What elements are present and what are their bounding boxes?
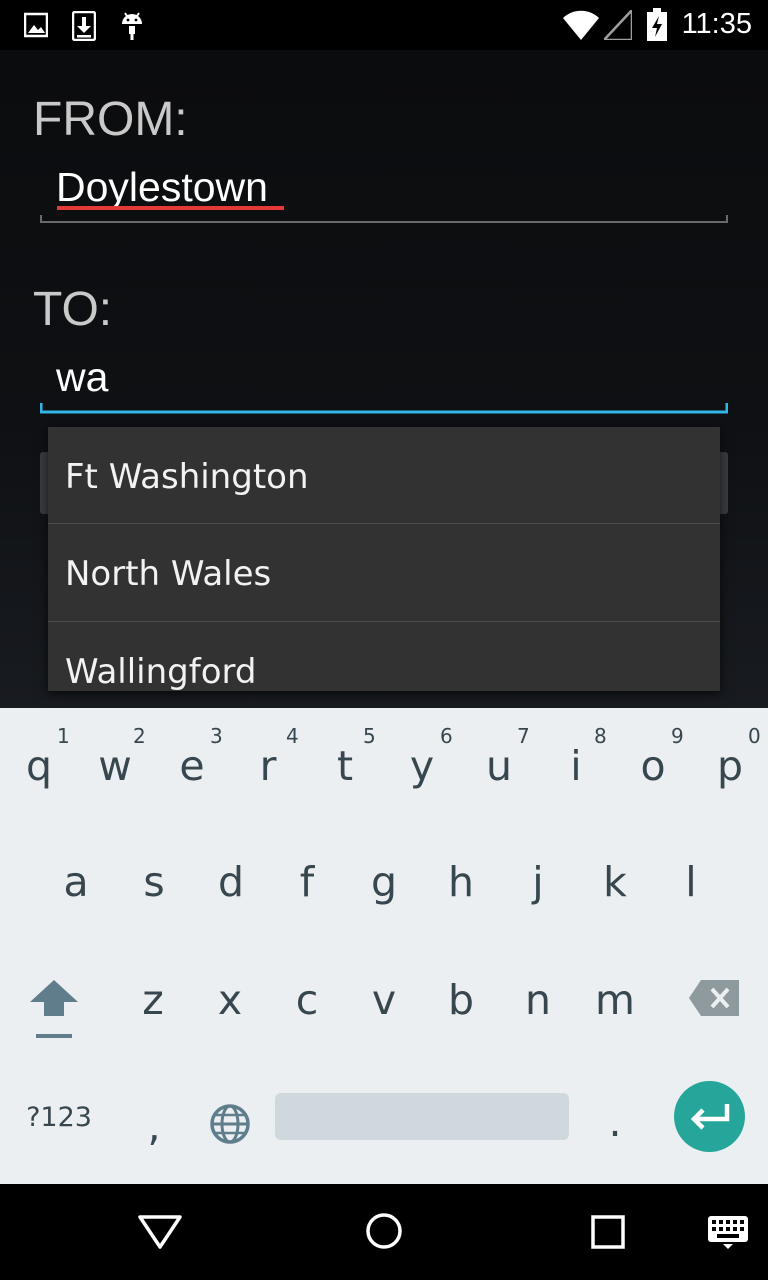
to-label: TO: (33, 283, 113, 336)
suggestion-label: North Wales (65, 554, 272, 594)
autocomplete-dropdown: Ft Washington North Wales Wallingford (48, 427, 720, 691)
cell-signal-icon (604, 10, 632, 40)
key-g[interactable]: g (346, 826, 422, 936)
key-f[interactable]: f (269, 826, 345, 936)
recents-icon[interactable] (591, 1215, 625, 1249)
key-d[interactable]: d (193, 826, 269, 936)
comma-key[interactable]: , (116, 1068, 192, 1168)
key-o[interactable]: 9o (615, 708, 691, 818)
soft-keyboard: 1q 2w 3e 4r 5t 6y 7u 8i 9o 0p a s d f g … (0, 708, 768, 1184)
key-c[interactable]: c (269, 944, 345, 1054)
space-bar[interactable] (275, 1093, 569, 1140)
key-h[interactable]: h (423, 826, 499, 936)
wifi-icon (563, 10, 599, 40)
key-x[interactable]: x (192, 944, 268, 1054)
key-q[interactable]: 1q (1, 708, 77, 818)
key-n[interactable]: n (500, 944, 576, 1054)
key-a[interactable]: a (38, 826, 114, 936)
period-key[interactable]: . (577, 1068, 653, 1168)
from-label: FROM: (33, 93, 188, 146)
key-p[interactable]: 0p (692, 708, 768, 818)
key-u[interactable]: 7u (461, 708, 537, 818)
enter-key[interactable] (674, 1081, 745, 1152)
navigation-bar (0, 1184, 768, 1280)
key-j[interactable]: j (500, 826, 576, 936)
language-key[interactable] (192, 1068, 268, 1168)
to-field-underline (40, 403, 728, 414)
key-s[interactable]: s (116, 826, 192, 936)
key-r[interactable]: 4r (230, 708, 306, 818)
shift-icon (30, 980, 78, 1038)
android-icon (122, 12, 142, 40)
enter-icon (690, 1104, 730, 1130)
key-l[interactable]: l (653, 826, 729, 936)
clock: 11:35 (681, 8, 752, 40)
key-k[interactable]: k (577, 826, 653, 936)
image-icon (24, 12, 48, 38)
suggestion-item[interactable]: Wallingford (48, 622, 720, 691)
battery-charging-icon (647, 8, 667, 41)
symbols-key[interactable]: ?123 (16, 1068, 102, 1168)
key-i[interactable]: 8i (538, 708, 614, 818)
suggestion-label: Wallingford (65, 652, 257, 691)
suggestion-item[interactable]: Ft Washington (48, 427, 720, 524)
key-w[interactable]: 2w (77, 708, 153, 818)
key-z[interactable]: z (115, 944, 191, 1054)
key-e[interactable]: 3e (154, 708, 230, 818)
to-field[interactable]: wa (56, 354, 108, 401)
back-icon[interactable] (137, 1214, 183, 1250)
key-t[interactable]: 5t (307, 708, 383, 818)
suggestion-item[interactable]: North Wales (48, 524, 720, 621)
keyboard-icon[interactable] (707, 1215, 749, 1249)
globe-icon (210, 1104, 250, 1144)
backspace-icon (689, 980, 739, 1016)
download-icon (72, 11, 96, 41)
suggestion-label: Ft Washington (65, 457, 309, 497)
key-b[interactable]: b (423, 944, 499, 1054)
key-m[interactable]: m (577, 944, 653, 1054)
shift-key[interactable] (16, 944, 92, 1054)
home-icon[interactable] (365, 1212, 403, 1250)
backspace-key[interactable] (676, 944, 752, 1054)
key-y[interactable]: 6y (384, 708, 460, 818)
from-field-underline (40, 215, 728, 223)
from-field[interactable]: Doylestown (56, 164, 268, 211)
spellcheck-underline (57, 206, 284, 210)
key-v[interactable]: v (346, 944, 422, 1054)
status-bar: 11:35 (0, 0, 768, 50)
